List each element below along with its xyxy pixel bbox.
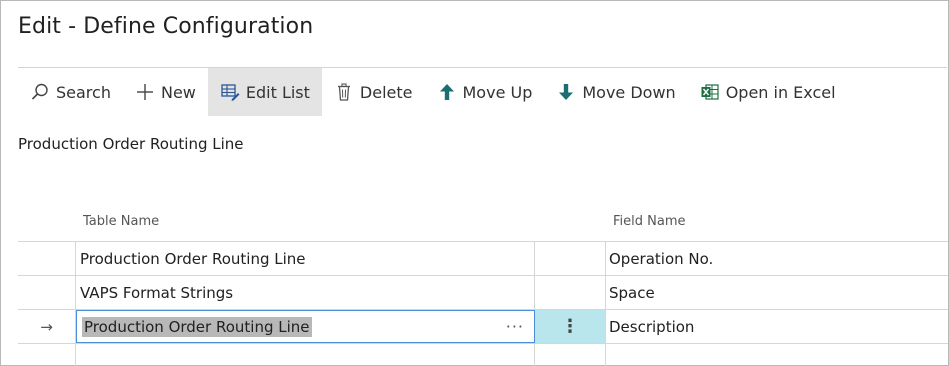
move-up-button[interactable]: Move Up: [425, 68, 545, 116]
row-actions-cell[interactable]: [535, 242, 606, 275]
table-row-empty[interactable]: [18, 343, 948, 366]
lookup-ellipsis-button[interactable]: ···: [506, 317, 524, 336]
row-actions-cell[interactable]: [535, 344, 606, 366]
row-indicator: [18, 344, 76, 366]
arrow-down-icon: [556, 82, 576, 102]
plus-icon: [135, 82, 155, 102]
search-label: Search: [56, 82, 111, 102]
page-title: Edit - Define Configuration: [18, 14, 314, 39]
table-row[interactable]: VAPS Format Strings Space: [18, 275, 948, 309]
row-actions-cell[interactable]: [535, 276, 606, 309]
search-icon: [30, 82, 50, 102]
edit-list-button[interactable]: Edit List: [207, 68, 322, 116]
search-button[interactable]: Search: [18, 68, 123, 116]
field-name-cell[interactable]: Space: [606, 276, 948, 309]
move-down-button[interactable]: Move Down: [544, 68, 687, 116]
vertical-ellipsis-icon: ⋮: [561, 315, 579, 337]
table-row[interactable]: Production Order Routing Line Operation …: [18, 241, 948, 275]
edit-list-label: Edit List: [245, 82, 310, 102]
delete-label: Delete: [359, 82, 413, 102]
row-indicator: [18, 276, 76, 309]
row-menu-button[interactable]: ⋮: [535, 310, 606, 343]
table-name-cell[interactable]: [76, 344, 535, 366]
delete-button[interactable]: Delete: [322, 68, 425, 116]
table-name-input[interactable]: Production Order Routing Line ···: [76, 310, 535, 343]
section-caption: Production Order Routing Line: [18, 135, 244, 153]
action-toolbar: Search New Edit List Delete Move Up Move…: [18, 68, 848, 116]
excel-icon: [700, 82, 720, 102]
column-header-field-name[interactable]: Field Name: [613, 214, 686, 229]
move-up-label: Move Up: [462, 82, 533, 102]
configuration-grid: Production Order Routing Line Operation …: [18, 241, 948, 366]
new-label: New: [160, 82, 196, 102]
arrow-up-icon: [437, 82, 457, 102]
field-name-cell[interactable]: Operation No.: [606, 242, 948, 275]
table-name-cell[interactable]: VAPS Format Strings: [76, 276, 535, 309]
current-row-arrow-icon: →: [18, 310, 76, 343]
move-down-label: Move Down: [582, 82, 676, 102]
table-name-selected-text: Production Order Routing Line: [82, 316, 312, 337]
trash-icon: [334, 82, 354, 102]
open-in-excel-label: Open in Excel: [725, 82, 836, 102]
row-indicator: [18, 242, 76, 275]
field-name-cell[interactable]: [606, 344, 948, 366]
new-button[interactable]: New: [123, 68, 208, 116]
field-name-cell[interactable]: Description: [606, 310, 948, 343]
edit-list-icon: [220, 82, 240, 102]
toolbar-divider: [18, 67, 947, 68]
column-header-table-name[interactable]: Table Name: [83, 214, 159, 229]
table-row-selected[interactable]: → Production Order Routing Line ··· ⋮ De…: [18, 309, 948, 343]
table-name-cell[interactable]: Production Order Routing Line: [76, 242, 535, 275]
open-in-excel-button[interactable]: Open in Excel: [688, 68, 848, 116]
